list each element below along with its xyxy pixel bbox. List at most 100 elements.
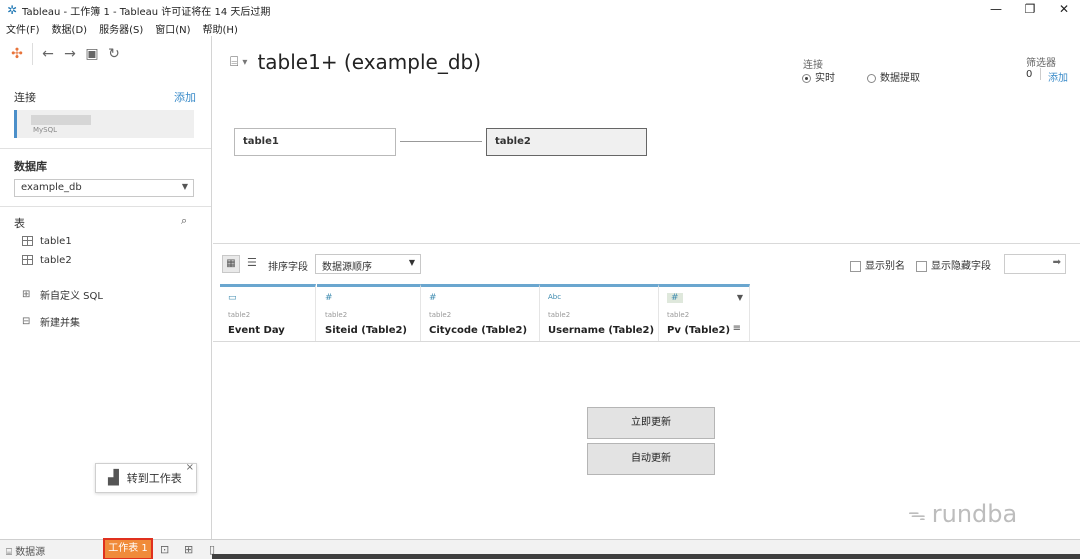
forward-arrow-icon[interactable]: → bbox=[59, 43, 81, 65]
column-header[interactable]: # ▼ table2 Pv (Table2) ≡ bbox=[659, 284, 750, 342]
tooltip-text: 转到工作表 bbox=[126, 472, 182, 485]
database-heading: 数据库 bbox=[14, 160, 47, 173]
column-source: table2 bbox=[548, 311, 571, 319]
datasource-tab[interactable]: ⌸ 数据源 bbox=[6, 543, 45, 558]
column-header[interactable]: ▭ table2 Event Day bbox=[220, 284, 316, 342]
toolbar-divider bbox=[32, 43, 33, 65]
table-list-item[interactable]: table1 bbox=[22, 232, 72, 250]
chevron-down-icon[interactable]: ▾ bbox=[242, 57, 247, 68]
menu-window[interactable]: 窗口(N) bbox=[155, 21, 190, 36]
dropdown-arrow-icon: ▼ bbox=[408, 258, 415, 267]
toolbar: ✣ ← → ▣ ↻ bbox=[0, 36, 212, 72]
close-icon[interactable]: ✕ bbox=[1047, 0, 1080, 20]
arrow-right-icon[interactable]: ➡ bbox=[1053, 257, 1061, 268]
database-select[interactable]: example_db ▼ bbox=[14, 179, 194, 197]
show-alias-label: 显示别名 bbox=[865, 261, 905, 272]
save-icon[interactable]: ▣ bbox=[81, 43, 103, 65]
grid-toolbar: ▦ ☰ 排序字段 数据源顺序 ▼ 显示别名 显示隐藏字段 ➡ bbox=[213, 243, 1080, 283]
live-label: 实时 bbox=[815, 73, 835, 84]
grid-view-icon[interactable]: ▦ bbox=[222, 255, 240, 273]
divider bbox=[0, 206, 211, 207]
menu-data[interactable]: 数据(D) bbox=[52, 21, 88, 36]
menu-server[interactable]: 服务器(S) bbox=[99, 21, 143, 36]
back-arrow-icon[interactable]: ← bbox=[37, 43, 59, 65]
column-header[interactable]: Abc table2 Username (Table2) bbox=[540, 284, 659, 342]
table-name: table1 bbox=[40, 235, 72, 247]
new-worksheet-icon[interactable]: ⊡ bbox=[160, 543, 169, 556]
minimize-icon[interactable]: — bbox=[979, 0, 1013, 20]
add-filter-link[interactable]: 添加 bbox=[1048, 69, 1068, 84]
update-now-button[interactable]: 立即更新 bbox=[587, 407, 715, 439]
sort-icon[interactable]: ≡ bbox=[733, 323, 741, 334]
column-name: Username (Table2) bbox=[548, 325, 655, 336]
dropdown-arrow-icon: ▼ bbox=[181, 182, 188, 191]
column-name: Event Day bbox=[228, 325, 285, 336]
sort-field-label: 排序字段 bbox=[268, 262, 308, 273]
start-page-icon[interactable]: ✣ bbox=[6, 43, 28, 65]
auto-update-button[interactable]: 自动更新 bbox=[587, 443, 715, 475]
extract-radio[interactable]: 数据提取 bbox=[867, 69, 920, 84]
checkbox-icon bbox=[916, 260, 927, 272]
live-radio[interactable]: 实时 bbox=[802, 69, 835, 84]
add-connection-link[interactable]: 添加 bbox=[174, 89, 196, 105]
string-type-icon[interactable]: Abc bbox=[548, 293, 561, 301]
search-icon[interactable]: ⌕ bbox=[181, 214, 187, 228]
refresh-icon[interactable]: ↻ bbox=[103, 43, 125, 65]
number-type-icon[interactable]: # bbox=[667, 293, 683, 303]
divider bbox=[213, 341, 1080, 342]
column-source: table2 bbox=[325, 311, 348, 319]
table-icon bbox=[22, 255, 33, 265]
sort-field-select[interactable]: 数据源顺序 ▼ bbox=[315, 254, 421, 274]
join-line[interactable] bbox=[400, 141, 482, 142]
column-header[interactable]: # table2 Citycode (Table2) bbox=[421, 284, 540, 342]
number-type-icon[interactable]: # bbox=[325, 293, 333, 303]
connection-item[interactable]: MySQL bbox=[14, 110, 194, 138]
column-menu-arrow-icon[interactable]: ▼ bbox=[737, 293, 743, 302]
menu-help[interactable]: 帮助(H) bbox=[203, 21, 238, 36]
worksheet-tab[interactable]: 工作表 1 bbox=[103, 538, 153, 559]
menu-bar: 文件(F) 数据(D) 服务器(S) 窗口(N) 帮助(H) bbox=[0, 20, 244, 36]
divider bbox=[0, 148, 211, 149]
close-tooltip-icon[interactable]: × bbox=[186, 462, 194, 473]
show-hidden-checkbox[interactable]: 显示隐藏字段 bbox=[916, 257, 991, 272]
new-union-label: 新建并集 bbox=[40, 317, 80, 329]
table-icon bbox=[22, 236, 33, 246]
extract-label: 数据提取 bbox=[880, 73, 920, 84]
menu-file[interactable]: 文件(F) bbox=[6, 21, 40, 36]
new-custom-sql-label: 新自定义 SQL bbox=[40, 290, 103, 302]
rows-input[interactable]: ➡ bbox=[1004, 254, 1066, 274]
list-view-icon[interactable]: ☰ bbox=[247, 256, 257, 269]
custom-sql-icon: ⊞ bbox=[22, 288, 31, 300]
new-union[interactable]: ⊟ 新建并集 bbox=[22, 312, 80, 330]
tables-heading: 表 bbox=[14, 217, 25, 230]
join-table-node-selected[interactable]: table2 bbox=[486, 128, 647, 156]
table-list-item[interactable]: table2 bbox=[22, 251, 72, 269]
new-dashboard-icon[interactable]: ⊞ bbox=[184, 543, 193, 556]
go-to-worksheet-tooltip[interactable]: ▟ 转到工作表 × bbox=[95, 462, 197, 493]
column-name: Siteid (Table2) bbox=[325, 325, 408, 336]
filters-label: 筛选器 bbox=[1026, 58, 1056, 69]
connections-heading: 连接 bbox=[14, 91, 36, 104]
datasource-tab-label: 数据源 bbox=[15, 547, 46, 558]
restore-icon[interactable]: ❐ bbox=[1013, 0, 1047, 20]
column-source: table2 bbox=[667, 311, 690, 319]
table-name: table2 bbox=[40, 254, 72, 266]
join-table-node[interactable]: table1 bbox=[234, 128, 396, 156]
divider bbox=[1040, 68, 1041, 80]
radio-unselected-icon bbox=[867, 73, 876, 83]
radio-selected-icon bbox=[802, 73, 811, 83]
show-alias-checkbox[interactable]: 显示别名 bbox=[850, 257, 905, 272]
column-name: Pv (Table2) bbox=[667, 325, 731, 336]
sort-field-value: 数据源顺序 bbox=[322, 262, 372, 273]
show-hidden-label: 显示隐藏字段 bbox=[931, 261, 991, 272]
column-header[interactable]: # table2 Siteid (Table2) bbox=[317, 284, 421, 342]
connection-type: MySQL bbox=[33, 126, 58, 134]
new-custom-sql[interactable]: ⊞ 新自定义 SQL bbox=[22, 285, 103, 303]
number-type-icon[interactable]: # bbox=[429, 293, 437, 303]
date-type-icon[interactable]: ▭ bbox=[228, 293, 237, 303]
datasource-title: ⌸ ▾ table1+ (example_db) bbox=[230, 50, 481, 74]
bar-chart-icon: ▟ bbox=[108, 470, 119, 486]
column-source: table2 bbox=[429, 311, 452, 319]
datasource-name[interactable]: table1+ (example_db) bbox=[257, 50, 481, 74]
database-select-value: example_db bbox=[21, 182, 82, 193]
